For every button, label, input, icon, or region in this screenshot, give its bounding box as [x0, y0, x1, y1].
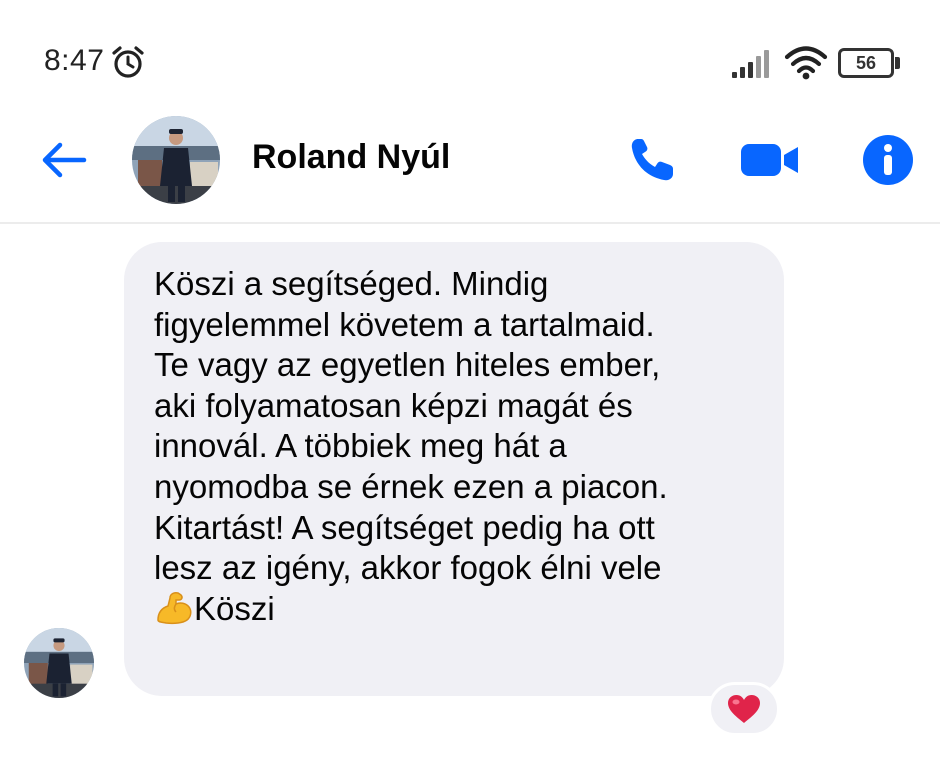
sender-avatar[interactable]: [24, 628, 94, 698]
video-camera-icon: [741, 144, 798, 176]
message-line: innovál. A többiek meg hát a: [154, 427, 567, 465]
contact-name[interactable]: Roland Nyúl: [252, 138, 450, 177]
message-line: aki folyamatosan képzi magát és: [154, 386, 633, 424]
battery-icon: 56: [838, 48, 900, 78]
message-bubble[interactable]: Köszi a segítséged. Mindig figyelemmel k…: [124, 242, 784, 696]
message-line: Kitartást! A segítséget pedig ha ott: [154, 508, 655, 546]
video-call-button[interactable]: [738, 132, 802, 188]
status-time: 8:47: [44, 44, 105, 77]
message-line: nyomodba se érnek ezen a piacon.: [154, 467, 668, 505]
sender-avatar-image: [24, 628, 94, 698]
message-last-word: Köszi: [194, 589, 275, 627]
phone-icon: [631, 139, 673, 181]
message-line: Köszi a segítséged. Mindig: [154, 265, 549, 302]
info-icon: [863, 135, 913, 185]
message-line: lesz az igény, akkor fogok élni vele: [154, 549, 662, 587]
message-line: figyelemmel követem a tartalmaid.: [154, 305, 655, 343]
battery-level: 56: [855, 53, 877, 73]
status-bar: 8:47 56: [0, 0, 940, 96]
message-line: Te vagy az egyetlen hiteles ember,: [154, 346, 661, 384]
contact-avatar-image: [132, 116, 220, 204]
back-arrow-icon: [42, 142, 87, 178]
info-button[interactable]: [858, 130, 918, 190]
alarm-icon: [112, 46, 144, 78]
message-reaction[interactable]: [708, 682, 780, 736]
contact-avatar[interactable]: [132, 116, 220, 204]
flexed-biceps-emoji: [157, 591, 192, 624]
signal-icon: [732, 50, 769, 78]
conversation-header: Roland Nyúl: [0, 96, 940, 224]
message-last-line: Köszi: [154, 589, 754, 630]
back-button[interactable]: [36, 132, 92, 188]
wifi-icon: [784, 46, 828, 80]
heart-emoji: [728, 695, 760, 723]
message-text: Köszi a segítséged. Mindig figyelemmel k…: [154, 264, 754, 629]
voice-call-button[interactable]: [622, 132, 682, 188]
